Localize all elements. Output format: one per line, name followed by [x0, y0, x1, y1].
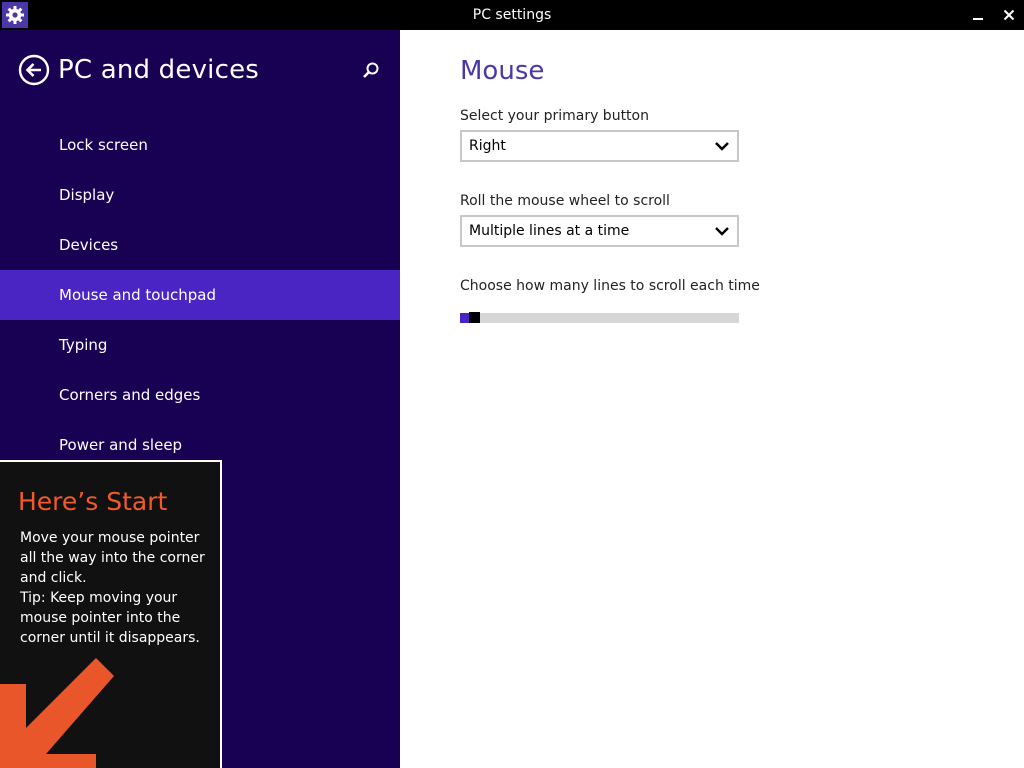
- search-button[interactable]: [360, 60, 382, 82]
- slider-thumb[interactable]: [469, 312, 480, 323]
- nav-item-label: Mouse and touchpad: [59, 286, 216, 304]
- nav-item-label: Display: [59, 186, 115, 204]
- slider-fill: [460, 313, 469, 323]
- back-arrow-icon: [18, 54, 50, 86]
- lines-to-scroll-slider[interactable]: [460, 312, 739, 323]
- chevron-down-icon: [715, 227, 729, 236]
- page-title: Mouse: [460, 56, 545, 86]
- tip-title: Here’s Start: [18, 487, 168, 516]
- nav-item-mouse-and-touchpad[interactable]: Mouse and touchpad: [0, 270, 400, 320]
- back-button[interactable]: [18, 54, 50, 86]
- search-icon: [363, 62, 379, 78]
- nav-item-devices[interactable]: Devices: [0, 220, 400, 270]
- lines-to-scroll-label: Choose how many lines to scroll each tim…: [460, 278, 760, 294]
- nav-item-label: Typing: [59, 336, 108, 354]
- primary-button-label: Select your primary button: [460, 108, 649, 124]
- content-pane: Mouse Select your primary button Right R…: [400, 30, 1024, 768]
- nav-item-corners-and-edges[interactable]: Corners and edges: [0, 370, 400, 420]
- dropdown-value: Multiple lines at a time: [469, 223, 630, 239]
- primary-button-dropdown[interactable]: Right: [460, 130, 739, 162]
- nav-item-display[interactable]: Display: [0, 170, 400, 220]
- nav-item-label: Power and sleep: [59, 436, 183, 454]
- nav-item-label: Devices: [59, 236, 119, 254]
- corner-arrow-icon: [0, 658, 114, 768]
- start-tip-panel: Here’s Start Move your mouse pointer all…: [0, 460, 222, 768]
- minimize-icon: [973, 18, 983, 20]
- close-icon: [1003, 9, 1015, 21]
- wheel-scroll-label: Roll the mouse wheel to scroll: [460, 193, 670, 209]
- window-title: PC settings: [472, 7, 552, 23]
- nav-item-label: Corners and edges: [59, 386, 201, 404]
- close-button[interactable]: [993, 0, 1024, 30]
- nav-item-typing[interactable]: Typing: [0, 320, 400, 370]
- dropdown-value: Right: [469, 138, 506, 154]
- section-title: PC and devices: [58, 55, 260, 85]
- wheel-scroll-dropdown[interactable]: Multiple lines at a time: [460, 215, 739, 247]
- title-bar: PC settings: [0, 0, 1024, 30]
- tip-body: Move your mouse pointer all the way into…: [20, 530, 205, 646]
- nav-item-label: Lock screen: [59, 136, 148, 154]
- chevron-down-icon: [715, 142, 729, 151]
- minimize-button[interactable]: [962, 0, 994, 30]
- nav-item-lock-screen[interactable]: Lock screen: [0, 120, 400, 170]
- nav-list: Lock screen Display Devices Mouse and to…: [0, 120, 400, 470]
